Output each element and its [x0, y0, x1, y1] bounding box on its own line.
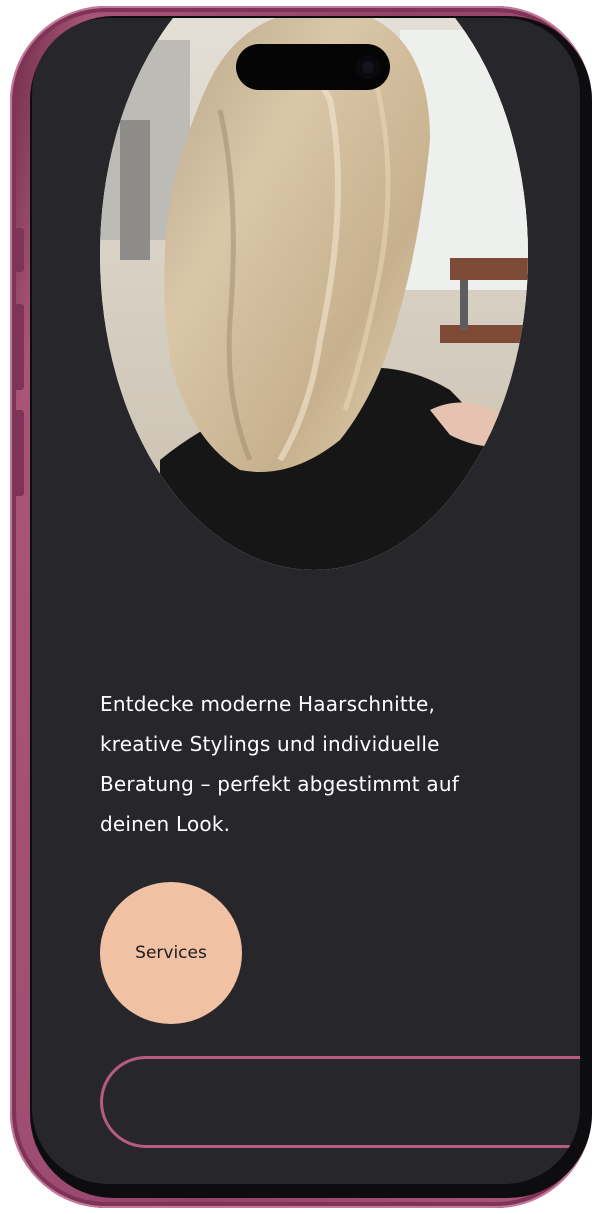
- action-button: [14, 228, 24, 272]
- services-button[interactable]: Services: [100, 882, 242, 1024]
- volume-down-button: [14, 410, 24, 496]
- outlined-pill-card[interactable]: [100, 1056, 580, 1148]
- volume-up-button: [14, 304, 24, 390]
- hero-image: [100, 18, 528, 570]
- hair-photo-illustration: [100, 18, 528, 570]
- intro-text: Entdecke moderne Haarschnitte, kreative …: [100, 692, 459, 836]
- dynamic-island: [236, 44, 390, 90]
- screen: Entdecke moderne Haarschnitte, kreative …: [32, 18, 580, 1184]
- front-camera-icon: [356, 55, 380, 79]
